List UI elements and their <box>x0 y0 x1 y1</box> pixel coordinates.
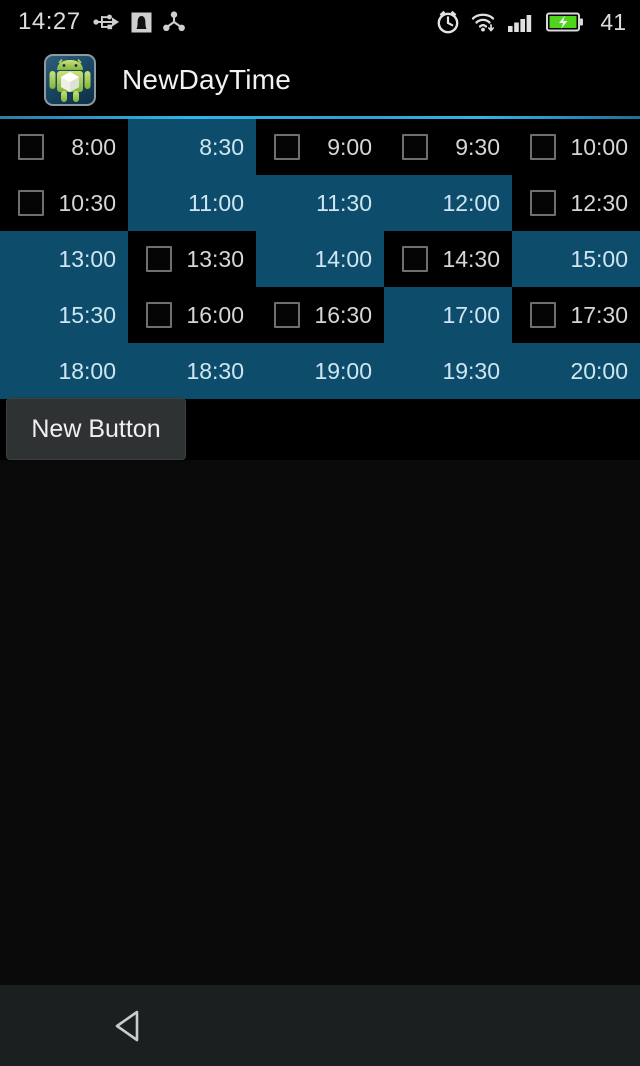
alarm-icon <box>435 9 461 35</box>
time-slot-cell[interactable]: 18:30 <box>128 343 256 399</box>
time-slot-checkbox[interactable] <box>530 134 556 160</box>
time-slot-cell[interactable]: 13:00 <box>0 231 128 287</box>
time-slot-label: 13:30 <box>186 245 244 272</box>
time-slot-label: 13:00 <box>58 245 116 272</box>
time-slot-label: 12:30 <box>570 189 628 216</box>
time-slot-label: 14:00 <box>314 245 372 272</box>
time-slot-cell[interactable]: 10:00 <box>512 119 640 175</box>
time-slot-cell[interactable]: 19:30 <box>384 343 512 399</box>
time-slot-label: 15:30 <box>58 301 116 328</box>
time-slot-label: 20:00 <box>570 357 628 384</box>
notification-icon <box>131 12 152 33</box>
time-slot-cell[interactable]: 18:00 <box>0 343 128 399</box>
content-area <box>0 460 640 985</box>
time-slot-label: 12:00 <box>442 189 500 216</box>
time-slot-cell[interactable]: 9:00 <box>256 119 384 175</box>
time-slot-cell[interactable]: 12:00 <box>384 175 512 231</box>
time-slot-label: 8:30 <box>199 133 244 160</box>
time-slot-label: 10:30 <box>58 189 116 216</box>
time-slot-cell[interactable]: 16:30 <box>256 287 384 343</box>
time-slot-checkbox[interactable] <box>18 134 44 160</box>
time-slot-label: 16:00 <box>186 301 244 328</box>
time-slot-checkbox[interactable] <box>402 134 428 160</box>
time-slot-cell[interactable]: 17:00 <box>384 287 512 343</box>
phone-screen: 14:27 41 NewDayTime 8:00 8:30 9:00 9:30 … <box>0 0 640 1066</box>
usb-icon <box>92 12 121 32</box>
signal-icon <box>507 10 537 34</box>
time-slot-cell[interactable]: 11:00 <box>128 175 256 231</box>
time-slot-label: 18:00 <box>58 357 116 384</box>
time-slot-label: 16:30 <box>314 301 372 328</box>
time-slot-cell[interactable]: 15:00 <box>512 231 640 287</box>
time-slot-cell[interactable]: 13:30 <box>128 231 256 287</box>
wifi-icon <box>470 10 498 34</box>
time-slot-label: 9:30 <box>455 133 500 160</box>
new-button[interactable]: New Button <box>6 398 186 460</box>
system-navigation-bar <box>0 985 640 1066</box>
time-slot-label: 10:00 <box>570 133 628 160</box>
time-slot-grid: 8:00 8:30 9:00 9:30 10:00 10:30 11:00 11:30 12:0… <box>0 119 640 399</box>
time-slot-checkbox[interactable] <box>274 302 300 328</box>
time-slot-label: 8:00 <box>71 133 116 160</box>
time-slot-label: 9:00 <box>327 133 372 160</box>
time-slot-label: 19:00 <box>314 357 372 384</box>
time-slot-cell[interactable]: 15:30 <box>0 287 128 343</box>
time-slot-cell[interactable]: 17:30 <box>512 287 640 343</box>
time-slot-label: 17:30 <box>570 301 628 328</box>
android-app-icon <box>44 54 96 106</box>
time-slot-label: 11:00 <box>188 189 244 216</box>
time-slot-checkbox[interactable] <box>402 246 428 272</box>
action-bar: NewDayTime <box>0 44 640 116</box>
time-slot-cell[interactable]: 16:00 <box>128 287 256 343</box>
time-slot-checkbox[interactable] <box>530 302 556 328</box>
time-slot-cell[interactable]: 11:30 <box>256 175 384 231</box>
time-slot-label: 14:30 <box>442 245 500 272</box>
battery-charging-icon <box>546 11 584 33</box>
time-slot-label: 11:30 <box>316 189 372 216</box>
time-slot-cell[interactable]: 8:00 <box>0 119 128 175</box>
share-icon <box>162 11 186 33</box>
time-slot-checkbox[interactable] <box>146 246 172 272</box>
battery-percentage-label: 41 <box>600 8 626 35</box>
time-slot-label: 18:30 <box>186 357 244 384</box>
status-bar: 14:27 41 <box>0 0 640 44</box>
time-slot-cell[interactable]: 10:30 <box>0 175 128 231</box>
time-slot-checkbox[interactable] <box>274 134 300 160</box>
time-slot-label: 17:00 <box>442 301 500 328</box>
time-slot-cell[interactable]: 14:00 <box>256 231 384 287</box>
time-slot-label: 15:00 <box>570 245 628 272</box>
time-slot-cell[interactable]: 8:30 <box>128 119 256 175</box>
time-slot-checkbox[interactable] <box>18 190 44 216</box>
status-bar-clock: 14:27 <box>18 8 81 35</box>
time-slot-label: 19:30 <box>442 357 500 384</box>
time-slot-checkbox[interactable] <box>146 302 172 328</box>
time-slot-checkbox[interactable] <box>530 190 556 216</box>
time-slot-cell[interactable]: 19:00 <box>256 343 384 399</box>
status-bar-left-icons <box>92 11 186 33</box>
page-title: NewDayTime <box>122 64 291 95</box>
time-slot-cell[interactable]: 9:30 <box>384 119 512 175</box>
back-triangle-icon[interactable] <box>105 1003 151 1049</box>
time-slot-cell[interactable]: 12:30 <box>512 175 640 231</box>
time-slot-cell[interactable]: 14:30 <box>384 231 512 287</box>
status-bar-right-icons: 41 <box>435 9 626 35</box>
time-slot-cell[interactable]: 20:00 <box>512 343 640 399</box>
